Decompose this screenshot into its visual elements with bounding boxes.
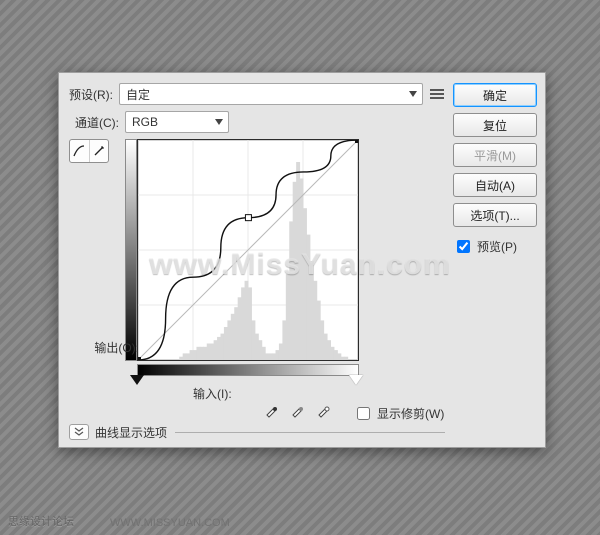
auto-button[interactable]: 自动(A) [453,173,537,197]
black-eyedropper-icon[interactable] [263,403,279,419]
work-area: 输出(O): 输入(I): 显示修剪(W) [69,139,445,441]
display-options-toggle[interactable]: 曲线显示选项 [69,423,445,441]
output-gradient [125,139,137,361]
channel-row: 通道(C): RGB [69,111,445,133]
preset-label: 预设(R): [69,86,113,103]
show-clipping-label: 显示修剪(W) [377,405,444,422]
channel-combo[interactable]: RGB [125,111,229,133]
reset-label: 复位 [483,117,507,134]
reset-button[interactable]: 复位 [453,113,537,137]
double-chevron-down-icon [69,424,89,440]
curves-main: 预设(R): 自定 通道(C): RGB [59,73,453,447]
footer-url: WWW.MISSYUAN.COM [110,517,230,529]
preset-menu-icon[interactable] [429,86,445,102]
preset-value: 自定 [126,86,150,103]
ok-label: 确定 [483,87,507,104]
output-label: 输出(O): [79,339,139,356]
smooth-label: 平滑(M) [474,147,516,164]
show-clipping-checkbox[interactable] [357,407,370,420]
preview-row: 预览(P) [453,237,537,256]
curve-point-tool-icon[interactable] [70,140,89,162]
black-point-slider[interactable] [130,375,144,385]
channel-label: 通道(C): [75,114,119,131]
separator [175,432,445,433]
channel-value: RGB [132,115,158,129]
auto-label: 自动(A) [475,177,515,194]
white-eyedropper-icon[interactable] [315,403,331,419]
gray-eyedropper-icon[interactable] [289,403,305,419]
chevron-down-icon [409,91,417,97]
preset-combo[interactable]: 自定 [119,83,423,105]
eyedropper-row [263,403,331,419]
white-point-slider[interactable] [349,375,363,385]
preset-row: 预设(R): 自定 [69,83,445,105]
curve-box: 输出(O): 输入(I): 显示修剪(W) [113,139,445,441]
action-column: 确定 复位 平滑(M) 自动(A) 选项(T)... 预览(P) [453,73,545,447]
preview-checkbox[interactable] [457,240,470,253]
curve-tool-toggle[interactable] [69,139,109,163]
chevron-down-icon [215,119,223,125]
curves-dialog: 预设(R): 自定 通道(C): RGB [58,72,546,448]
display-options-label: 曲线显示选项 [95,424,167,441]
input-gradient [137,364,359,376]
input-label: 输入(I): [193,385,232,402]
show-clipping-row: 显示修剪(W) [353,404,444,423]
curve-canvas[interactable] [137,139,359,361]
preview-label: 预览(P) [477,238,517,255]
tool-column [69,139,109,441]
options-label: 选项(T)... [470,207,519,224]
smooth-button[interactable]: 平滑(M) [453,143,537,167]
footer-credit: 思缘设计论坛 [8,513,74,529]
curve-draw-tool-icon[interactable] [89,140,109,162]
options-button[interactable]: 选项(T)... [453,203,537,227]
ok-button[interactable]: 确定 [453,83,537,107]
